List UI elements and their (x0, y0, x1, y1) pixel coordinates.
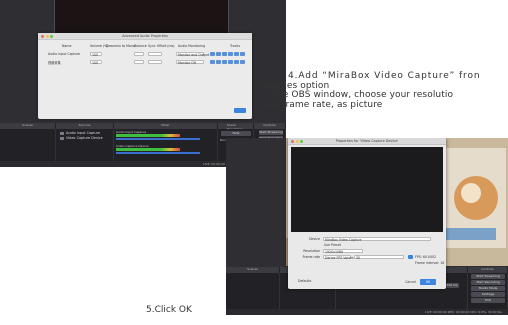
interval-row: Frame Interval: 16 (288, 260, 446, 266)
exit-button[interactable]: Exit (471, 298, 505, 303)
close-dot-icon[interactable] (41, 35, 44, 38)
scenes-list[interactable] (226, 273, 280, 309)
controls-panel: Start Streaming Start Recording Studio M… (468, 273, 508, 309)
monitoring-select[interactable]: Monitor Off (176, 59, 204, 65)
fps-select[interactable]: 30 (354, 254, 404, 259)
volume-meter (116, 148, 180, 151)
dialog-title: Advanced Audio Properties (122, 34, 168, 38)
minimize-dot-icon[interactable] (45, 35, 49, 38)
col-balance: Balance (134, 44, 147, 48)
audio-row: 视频采集 100 Monitor Off (38, 59, 252, 65)
audio-columns: Name Volume (%) Downmix to Mono Balance … (38, 44, 252, 49)
volume-field[interactable]: 100 (90, 59, 102, 65)
fps-readout: FPS: 60.0002 (415, 255, 437, 259)
scenes-list[interactable] (0, 129, 56, 161)
track-checkboxes[interactable] (210, 59, 245, 64)
step4-caption: 4.Add “MiraBox Video Capture” fron sourc… (262, 71, 508, 110)
col-name: Name (62, 44, 72, 48)
obs-preview-canvas (54, 0, 229, 36)
minimize-dot-icon[interactable] (295, 140, 299, 143)
start-streaming-button[interactable]: Start Streaming (471, 274, 505, 279)
monitoring-select[interactable]: Monitor and Output (176, 51, 209, 57)
balance-slider[interactable] (134, 51, 144, 56)
use-preset-checkbox[interactable]: Use Preset (324, 243, 341, 247)
framerate-label: Frame rate (302, 255, 320, 259)
col-downmix: Downmix to Mono (106, 44, 135, 48)
start-streaming-button[interactable]: Start Streaming (259, 130, 283, 135)
ok-button[interactable]: OK (420, 279, 436, 285)
obs-screenshot-properties: Scenes Sources Controls Duration 300 ms … (226, 138, 508, 315)
zoom-dot-icon[interactable] (300, 140, 303, 143)
studio-mode-button[interactable]: Studio Mode (471, 286, 505, 291)
defaults-button[interactable]: Defaults (298, 279, 311, 283)
close-button[interactable] (234, 108, 246, 113)
advanced-audio-dialog: Advanced Audio Properties Name Volume (%… (38, 33, 252, 119)
sources-list: Audio Input Capture Video Capture Device (56, 129, 114, 161)
device-select[interactable]: MiraBox Video Capture (323, 236, 431, 241)
track-checkboxes[interactable] (210, 51, 245, 56)
resolution-label: Resolution (303, 249, 320, 253)
duration-field[interactable]: 300 ms (445, 283, 459, 288)
device-label: Device (309, 237, 320, 241)
col-monitoring: Audio Monitoring (178, 44, 206, 48)
dialog-titlebar: Properties for 'Video Capture Device' (288, 138, 446, 145)
framerate-mode-select[interactable]: Derive FPS Values (323, 254, 354, 259)
settings-button[interactable]: Settings (471, 292, 505, 297)
col-sync: Sync Offset (ms) (148, 44, 175, 48)
row-name: Audio Input Capture (48, 52, 81, 56)
mixer-panel: Audio Input Capture Video Capture Device (114, 129, 218, 161)
col-tracks: Tracks (230, 44, 240, 48)
volume-slider[interactable] (116, 138, 200, 140)
sync-offset-field[interactable] (148, 51, 162, 56)
resolution-field[interactable]: 1920x1080 (323, 248, 363, 253)
audio-row: Audio Input Capture 100 Monitor and Outp… (38, 51, 252, 57)
transition-select[interactable]: Fade (221, 131, 251, 136)
properties-dialog: Properties for 'Video Capture Device' De… (288, 138, 446, 289)
step5-caption: 5.Click OK (146, 305, 192, 315)
dialog-title: Properties for 'Video Capture Device' (335, 139, 399, 143)
zoom-dot-icon[interactable] (50, 35, 53, 38)
properties-preview (291, 147, 443, 232)
cancel-button[interactable]: Cancel (405, 280, 416, 284)
dialog-titlebar: Advanced Audio Properties (38, 33, 252, 40)
row-name: 视频采集 (48, 61, 61, 65)
close-dot-icon[interactable] (291, 140, 294, 143)
volume-meter (116, 134, 180, 137)
sync-offset-field[interactable] (148, 59, 162, 64)
volume-slider[interactable] (116, 152, 200, 154)
start-recording-button[interactable]: Start Recording (471, 280, 505, 285)
fps-dropdown-icon[interactable] (408, 254, 413, 259)
frame-interval-readout: Frame Interval: 16 (415, 261, 445, 265)
source-item[interactable]: Video Capture Device (56, 136, 113, 141)
balance-slider[interactable] (134, 59, 144, 64)
volume-field[interactable]: 100 (90, 51, 102, 57)
step4-line: and frame rate, as picture (262, 99, 383, 110)
status-bar: LIVE: 00:00:00 REC: 00:00:00 CPU: 0.8%, … (226, 309, 508, 315)
